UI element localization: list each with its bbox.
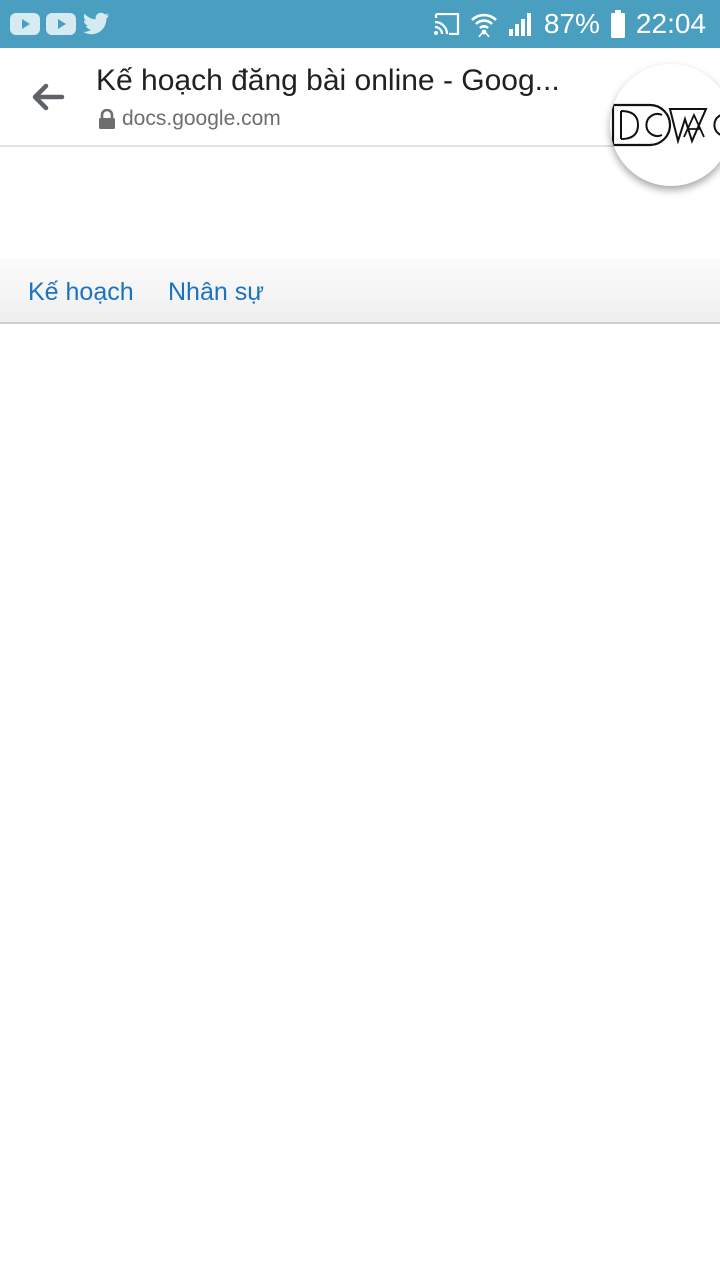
battery-percent: 87% [543, 8, 600, 39]
chat-head-bubble[interactable] [610, 64, 720, 186]
sheet-tab-bar: Kế hoạch Nhân sự [0, 258, 720, 324]
url-bar[interactable]: docs.google.com [98, 106, 281, 132]
tab-nhan-su[interactable]: Nhân sự [168, 278, 264, 307]
battery-icon [610, 10, 625, 38]
youtube-icon [10, 13, 40, 35]
document-content [0, 324, 720, 1280]
twitter-icon [83, 12, 109, 35]
back-arrow-icon [32, 83, 65, 111]
dcwac-logo [611, 103, 720, 147]
page-title: Kế hoạch đăng bài online - Goog... [96, 64, 560, 97]
system-status: 87% 22:04 [433, 0, 706, 48]
youtube-icon [46, 13, 76, 35]
status-bar: 87% 22:04 [0, 0, 720, 48]
url-text: docs.google.com [122, 107, 281, 130]
back-button[interactable] [22, 73, 74, 121]
clock: 22:04 [635, 8, 706, 39]
cast-icon [433, 13, 459, 35]
notification-icons [10, 9, 110, 39]
signal-icon [508, 13, 531, 36]
tab-ke-hoach[interactable]: Kế hoạch [28, 278, 134, 307]
wifi-icon [470, 13, 497, 37]
lock-icon [99, 109, 115, 129]
